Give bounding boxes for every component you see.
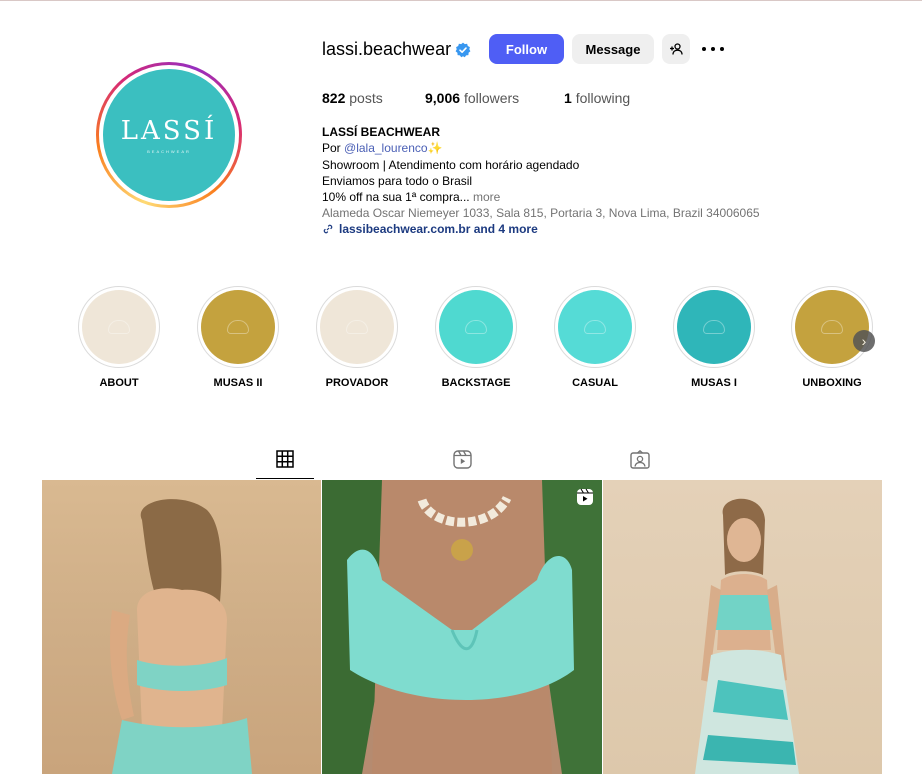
mention-link[interactable]: @lala_lourenco xyxy=(344,141,428,155)
bio-address: Alameda Oscar Niemeyer 1033, Sala 815, P… xyxy=(322,206,760,220)
post-image xyxy=(110,499,252,774)
post-thumbnail[interactable] xyxy=(322,480,602,774)
post-image xyxy=(695,498,799,774)
bio-line-by: Por @lala_lourenco✨ xyxy=(322,141,443,155)
link-icon xyxy=(323,224,333,234)
post-thumbnail[interactable] xyxy=(603,480,882,774)
following-count-label: following xyxy=(575,90,631,106)
highlight-cover xyxy=(677,290,751,364)
person-add-icon xyxy=(670,43,683,55)
highlight-label: BACKSTAGE xyxy=(441,377,511,389)
profile-avatar[interactable]: LASSÍ BEACHWEAR xyxy=(96,62,242,208)
suggested-accounts-button[interactable] xyxy=(662,34,690,64)
highlight-cover xyxy=(795,290,869,364)
sparkles-emoji: ✨ xyxy=(427,141,443,155)
highlight-provador[interactable]: PROVADOR xyxy=(297,286,417,389)
website-link[interactable]: lassibeachwear.com.br and 4 more xyxy=(339,222,538,236)
posts-count-value: 822 xyxy=(322,90,346,106)
posts-count: 822 posts xyxy=(322,90,383,106)
highlight-label: CASUAL xyxy=(572,377,618,389)
grid-icon xyxy=(276,450,294,468)
avatar-logo-text: LASSÍ xyxy=(120,116,218,146)
bio-line-shipping: Enviamos para todo o Brasil xyxy=(322,174,473,188)
posts-count-label: posts xyxy=(349,90,383,106)
followers-count-value: 9,006 xyxy=(425,90,461,106)
highlight-label: ABOUT xyxy=(99,377,139,389)
reels-icon xyxy=(577,488,593,505)
bio-line-showroom: Showroom | Atendimento com horário agend… xyxy=(322,158,580,172)
profile-username: lassi.beachwear xyxy=(322,39,452,59)
followers-link[interactable]: 9,006 followers xyxy=(425,90,519,106)
message-button[interactable]: Message xyxy=(572,34,654,64)
highlight-cover xyxy=(320,290,394,364)
tagged-icon xyxy=(630,450,650,469)
tab-posts[interactable] xyxy=(256,446,314,479)
bio-name: LASSÍ BEACHWEAR xyxy=(322,125,441,139)
highlight-musas-i[interactable]: MUSAS I xyxy=(654,286,774,389)
post-image xyxy=(322,480,602,774)
chevron-right-icon[interactable]: › xyxy=(853,330,875,352)
top-border xyxy=(0,0,922,1)
tab-reels[interactable] xyxy=(433,446,491,479)
highlight-musas-ii[interactable]: MUSAS II xyxy=(178,286,298,389)
more-options-icon[interactable] xyxy=(702,40,724,58)
followers-count-label: followers xyxy=(463,90,520,106)
following-link[interactable]: 1 following xyxy=(564,90,630,106)
highlight-casual[interactable]: CASUAL xyxy=(535,286,655,389)
highlight-cover xyxy=(201,290,275,364)
post-thumbnail[interactable] xyxy=(42,480,321,774)
bio-website-row[interactable]: lassibeachwear.com.br and 4 more xyxy=(322,222,538,236)
highlight-about[interactable]: ABOUT xyxy=(59,286,179,389)
follow-button[interactable]: Follow xyxy=(489,34,564,64)
bio-line-discount: 10% off na sua 1ª compra... more xyxy=(322,190,501,204)
highlight-backstage[interactable]: BACKSTAGE xyxy=(416,286,536,389)
highlight-cover xyxy=(558,290,632,364)
reels-icon xyxy=(452,450,472,469)
highlight-label: MUSAS I xyxy=(691,377,737,389)
highlight-cover xyxy=(439,290,513,364)
highlight-label: PROVADOR xyxy=(325,377,389,389)
avatar-logo-subtext: BEACHWEAR xyxy=(147,149,191,154)
bio-more-link[interactable]: more xyxy=(470,190,500,204)
following-count-value: 1 xyxy=(564,90,572,106)
avatar-image: LASSÍ BEACHWEAR xyxy=(103,69,235,201)
highlight-cover xyxy=(82,290,156,364)
tab-tagged[interactable] xyxy=(611,446,669,479)
highlight-label: UNBOXING xyxy=(802,377,862,389)
verified-badge-icon xyxy=(455,42,471,58)
active-tab-indicator xyxy=(256,478,314,479)
highlight-label: MUSAS II xyxy=(213,377,263,389)
